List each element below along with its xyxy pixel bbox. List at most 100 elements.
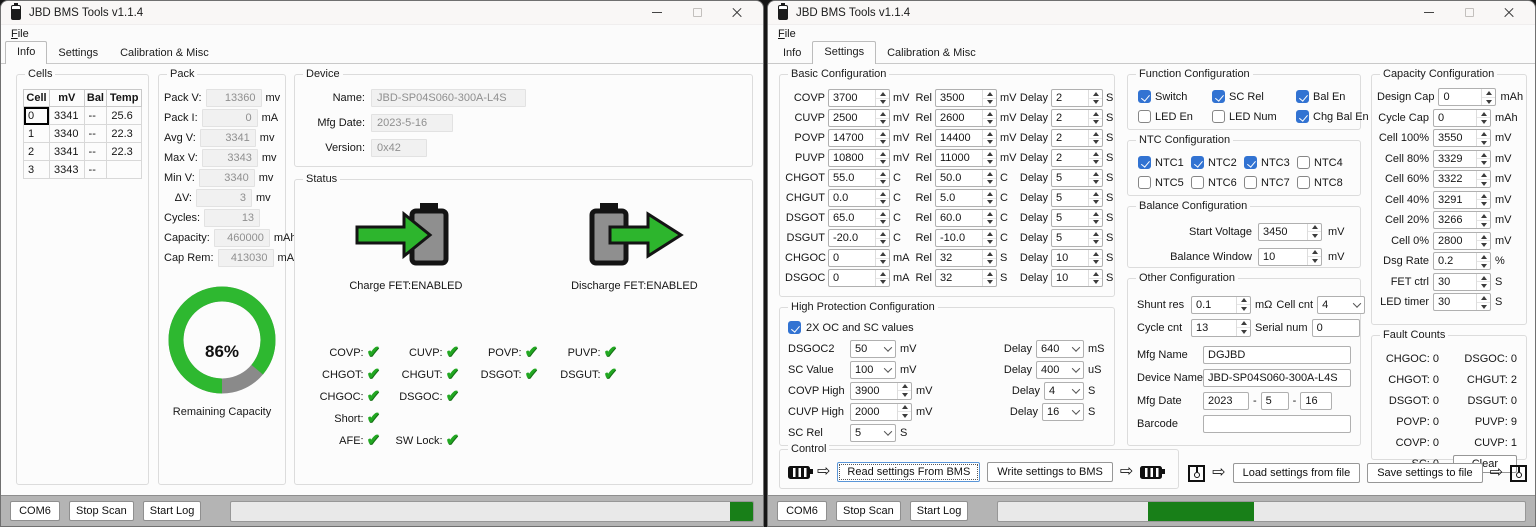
- spin-up-icon[interactable]: [1089, 250, 1102, 259]
- cell-mv[interactable]: 3341: [49, 107, 84, 125]
- spin-down-icon[interactable]: [1477, 303, 1490, 311]
- release-input[interactable]: 3500: [935, 89, 997, 107]
- ntc2-checkbox[interactable]: [1191, 156, 1204, 169]
- spin-up-icon[interactable]: [898, 404, 911, 413]
- spin-up-icon[interactable]: [898, 383, 911, 392]
- cell-80-input[interactable]: 3329: [1433, 150, 1491, 168]
- spin-up-icon[interactable]: [1089, 150, 1102, 159]
- spin-down-icon[interactable]: [876, 159, 889, 167]
- spin-up-icon[interactable]: [1089, 90, 1102, 99]
- spin-down-icon[interactable]: [876, 239, 889, 247]
- spin-down-icon[interactable]: [983, 259, 996, 267]
- value-input[interactable]: 65.0: [828, 209, 890, 227]
- spin-up-icon[interactable]: [1477, 294, 1490, 303]
- spin-down-icon[interactable]: [876, 179, 889, 187]
- spin-up-icon[interactable]: [876, 190, 889, 199]
- value-input[interactable]: 14700: [828, 129, 890, 147]
- 2x-oc-sc-checkbox[interactable]: [788, 321, 801, 334]
- tab-info[interactable]: Info: [772, 43, 812, 63]
- com-port-button[interactable]: COM6: [10, 501, 60, 521]
- cell-id[interactable]: 1: [24, 125, 50, 143]
- mfg-name-input[interactable]: DGJBD: [1203, 346, 1351, 364]
- tab-settings[interactable]: Settings: [812, 41, 876, 64]
- spin-up-icon[interactable]: [876, 170, 889, 179]
- titlebar[interactable]: JBD BMS Tools v1.1.4: [768, 1, 1535, 24]
- delay-input[interactable]: 2: [1051, 129, 1103, 147]
- spin-up-icon[interactable]: [1482, 89, 1495, 98]
- release-input[interactable]: 32: [935, 269, 997, 287]
- spin-up-icon[interactable]: [983, 270, 996, 279]
- release-input[interactable]: -10.0: [935, 229, 997, 247]
- spin-down-icon[interactable]: [1089, 199, 1102, 207]
- fet-ctrl-input[interactable]: 30: [1433, 273, 1491, 291]
- release-input[interactable]: 5.0: [935, 189, 997, 207]
- design-cap-input[interactable]: 0: [1438, 88, 1496, 106]
- read-settings-button[interactable]: Read settings From BMS: [837, 462, 980, 482]
- spin-down-icon[interactable]: [983, 219, 996, 227]
- spin-down-icon[interactable]: [876, 259, 889, 267]
- spin-down-icon[interactable]: [1477, 159, 1490, 167]
- spin-up-icon[interactable]: [1089, 210, 1102, 219]
- spin-down-icon[interactable]: [876, 139, 889, 147]
- spin-up-icon[interactable]: [983, 110, 996, 119]
- cell-60-input[interactable]: 3322: [1433, 170, 1491, 188]
- cell-cnt-select[interactable]: 4: [1317, 296, 1365, 314]
- write-settings-button[interactable]: Write settings to BMS: [987, 462, 1113, 482]
- led-num-checkbox[interactable]: [1212, 110, 1225, 123]
- cell-mv[interactable]: 3341: [49, 143, 84, 161]
- covp-high-delay-select[interactable]: 4: [1044, 382, 1084, 400]
- value-input[interactable]: 10800: [828, 149, 890, 167]
- com-port-button[interactable]: COM6: [777, 501, 827, 521]
- sc-value-select[interactable]: 100: [850, 361, 896, 379]
- cell-temp[interactable]: 22.3: [107, 125, 142, 143]
- spin-down-icon[interactable]: [1477, 221, 1490, 229]
- titlebar[interactable]: JBD BMS Tools v1.1.4: [1, 1, 763, 24]
- dsgoc2-select[interactable]: 50: [850, 340, 896, 358]
- spin-down-icon[interactable]: [1308, 232, 1321, 240]
- spin-up-icon[interactable]: [1477, 253, 1490, 262]
- cell-id[interactable]: 2: [24, 143, 50, 161]
- spin-down-icon[interactable]: [1089, 99, 1102, 107]
- spin-down-icon[interactable]: [1089, 119, 1102, 127]
- start-log-button[interactable]: Start Log: [143, 501, 202, 521]
- spin-down-icon[interactable]: [1237, 328, 1250, 336]
- spin-down-icon[interactable]: [983, 99, 996, 107]
- spin-up-icon[interactable]: [1089, 230, 1102, 239]
- delay-input[interactable]: 5: [1051, 229, 1103, 247]
- spin-up-icon[interactable]: [1477, 233, 1490, 242]
- tab-settings[interactable]: Settings: [47, 43, 109, 63]
- value-input[interactable]: 3700: [828, 89, 890, 107]
- delay-input[interactable]: 10: [1051, 249, 1103, 267]
- ntc3-checkbox[interactable]: [1244, 156, 1257, 169]
- ntc7-checkbox[interactable]: [1244, 176, 1257, 189]
- spin-up-icon[interactable]: [876, 230, 889, 239]
- spin-up-icon[interactable]: [983, 150, 996, 159]
- maximize-button[interactable]: [1449, 1, 1489, 24]
- spin-up-icon[interactable]: [876, 130, 889, 139]
- spin-up-icon[interactable]: [1089, 110, 1102, 119]
- cell-100-input[interactable]: 3550: [1433, 129, 1491, 147]
- cell-temp[interactable]: [107, 161, 142, 179]
- spin-up-icon[interactable]: [1089, 130, 1102, 139]
- spin-down-icon[interactable]: [876, 199, 889, 207]
- cuvp-high-input[interactable]: 2000: [850, 403, 912, 421]
- spin-down-icon[interactable]: [1089, 159, 1102, 167]
- value-input[interactable]: 0: [828, 249, 890, 267]
- value-input[interactable]: 0: [828, 269, 890, 287]
- delay-input[interactable]: 5: [1051, 209, 1103, 227]
- spin-up-icon[interactable]: [983, 170, 996, 179]
- spin-down-icon[interactable]: [876, 119, 889, 127]
- load-settings-button[interactable]: Load settings from file: [1233, 463, 1361, 483]
- spin-down-icon[interactable]: [1477, 118, 1490, 126]
- shunt-res-input[interactable]: 0.1: [1191, 296, 1251, 314]
- cell-20-input[interactable]: 3266: [1433, 211, 1491, 229]
- cell-id[interactable]: 0: [24, 107, 50, 125]
- mfg-date-month-input[interactable]: 5: [1261, 392, 1289, 410]
- spin-up-icon[interactable]: [1308, 224, 1321, 233]
- spin-down-icon[interactable]: [1477, 139, 1490, 147]
- cell-temp[interactable]: 25.6: [107, 107, 142, 125]
- ntc1-checkbox[interactable]: [1138, 156, 1151, 169]
- spin-down-icon[interactable]: [983, 119, 996, 127]
- spin-down-icon[interactable]: [1482, 98, 1495, 106]
- spin-up-icon[interactable]: [983, 90, 996, 99]
